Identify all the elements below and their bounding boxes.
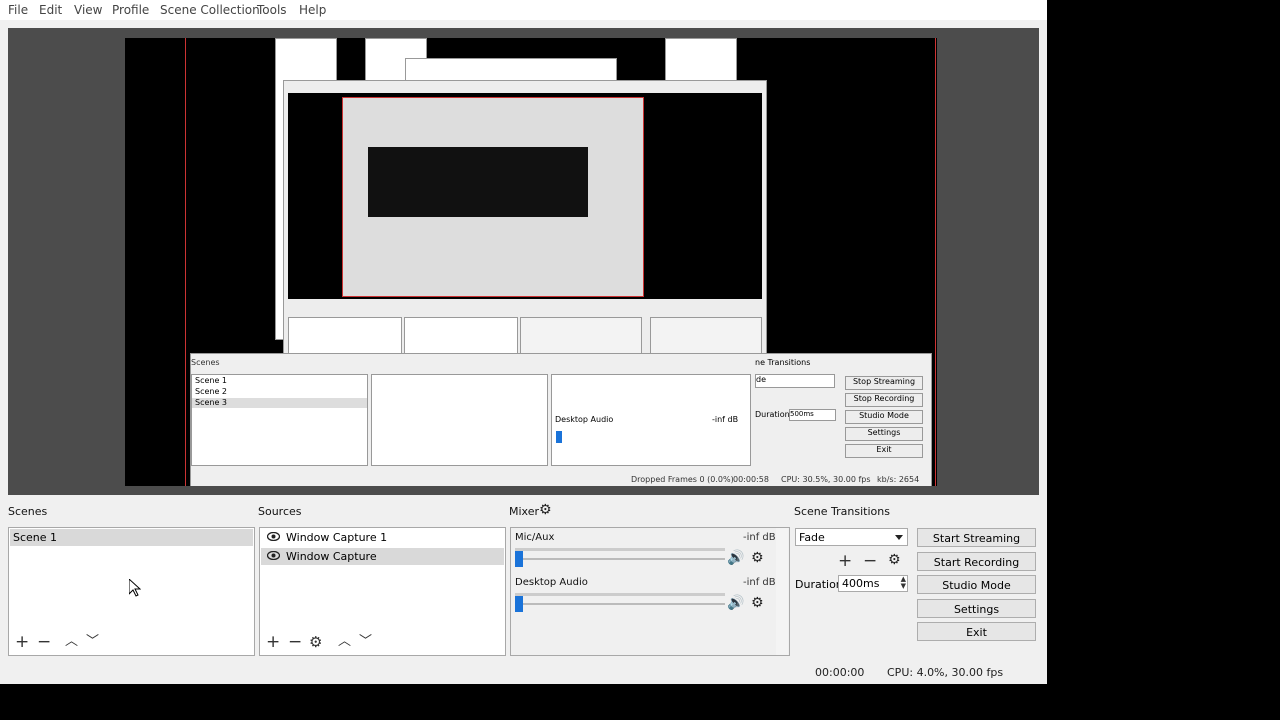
nested-kbps: kb/s: 2654 bbox=[877, 475, 920, 484]
move-up-icon[interactable]: ︿ bbox=[65, 634, 78, 650]
remove-scene-icon[interactable]: − bbox=[37, 634, 51, 651]
preview-canvas[interactable]: Scenes Scene 1 Scene 2 Scene 3 Desktop A… bbox=[125, 38, 937, 486]
mixer-title: Mixer bbox=[509, 505, 540, 518]
nested-time: 00:00:58 bbox=[733, 475, 769, 484]
visibility-eye-icon[interactable] bbox=[267, 551, 280, 560]
nested-studio-mode: Studio Mode bbox=[845, 410, 923, 424]
desktop-audio-speaker-icon[interactable]: 🔊 bbox=[727, 596, 744, 610]
menu-scene-collection[interactable]: Scene Collection bbox=[160, 3, 260, 17]
nested-cpu: CPU: 30.5%, 30.00 fps bbox=[781, 475, 871, 484]
duration-value: 400ms bbox=[842, 577, 880, 590]
remove-source-icon[interactable]: − bbox=[288, 634, 302, 651]
move-up-icon[interactable]: ︿ bbox=[338, 634, 351, 650]
nested-settings: Settings bbox=[845, 427, 923, 441]
menu-file[interactable]: File bbox=[8, 3, 28, 17]
mic-aux-volume-slider[interactable] bbox=[515, 558, 725, 560]
sources-toolbar: + − ⚙ ︿ ﹀ bbox=[260, 634, 505, 654]
scenes-toolbar: + − ︿ ﹀ bbox=[9, 634, 254, 654]
desktop-audio-slider-handle[interactable] bbox=[515, 596, 523, 612]
status-cpu: CPU: 4.0%, 30.00 fps bbox=[887, 666, 1004, 679]
desktop-audio-db: -inf dB bbox=[743, 577, 776, 588]
mic-aux-speaker-icon[interactable]: 🔊 bbox=[727, 551, 744, 565]
menu-edit[interactable]: Edit bbox=[39, 3, 62, 17]
sources-panel: Window Capture 1 Window Capture + − ⚙ ︿ … bbox=[259, 527, 506, 656]
nested-desktop-audio: Desktop Audio bbox=[555, 415, 614, 424]
desktop-audio-gear-icon[interactable]: ⚙ bbox=[751, 596, 764, 610]
start-streaming-button[interactable]: Start Streaming bbox=[917, 528, 1036, 547]
source-item[interactable]: Window Capture bbox=[261, 548, 504, 565]
duration-input[interactable]: 400ms ▲ ▼ bbox=[838, 575, 908, 592]
nested-db: -inf dB bbox=[712, 415, 739, 424]
mic-aux-label: Mic/Aux bbox=[515, 532, 555, 543]
nested-transition-title: ne Transitions bbox=[755, 358, 811, 367]
menu-profile[interactable]: Profile bbox=[112, 3, 149, 17]
mixer-panel: Mic/Aux -inf dB 🔊 ⚙ Desktop Audio -inf d… bbox=[510, 527, 790, 656]
nested-stop-streaming: Stop Streaming bbox=[845, 376, 923, 390]
mouse-cursor-icon bbox=[129, 579, 141, 597]
mixer-scrollbar[interactable] bbox=[776, 528, 788, 655]
desktop-audio-meter bbox=[515, 593, 725, 596]
scenes-title: Scenes bbox=[8, 505, 48, 518]
duration-spin-icon[interactable]: ▲ ▼ bbox=[901, 576, 906, 590]
studio-mode-button[interactable]: Studio Mode bbox=[917, 575, 1036, 594]
source-item[interactable]: Window Capture 1 bbox=[261, 529, 504, 546]
obs-window: File Edit View Profile Scene Collection … bbox=[0, 0, 1047, 684]
nested-stop-recording: Stop Recording bbox=[845, 393, 923, 407]
settings-button[interactable]: Settings bbox=[917, 599, 1036, 618]
start-recording-button[interactable]: Start Recording bbox=[917, 552, 1036, 571]
menu-help[interactable]: Help bbox=[299, 3, 326, 17]
nested-duration-label: Duration bbox=[755, 410, 790, 419]
source-bounds-right bbox=[935, 38, 936, 486]
add-transition-icon[interactable]: + bbox=[838, 553, 852, 570]
nested-dropped-frames: Dropped Frames 0 (0.0%) bbox=[631, 475, 734, 484]
transition-select[interactable]: Fade bbox=[795, 528, 908, 546]
mixer-gear-icon[interactable]: ⚙ bbox=[539, 503, 552, 517]
nested-scene-item: Scene 1 bbox=[195, 376, 228, 385]
move-down-icon[interactable]: ﹀ bbox=[359, 634, 372, 650]
transition-selected-label: Fade bbox=[799, 531, 825, 544]
duration-label: Duration bbox=[795, 578, 843, 591]
visibility-eye-icon[interactable] bbox=[267, 532, 280, 541]
nested-transition-select: de bbox=[755, 374, 835, 388]
scene-item[interactable]: Scene 1 bbox=[10, 529, 253, 546]
source-label: Window Capture 1 bbox=[286, 531, 388, 544]
move-down-icon[interactable]: ﹀ bbox=[86, 634, 99, 650]
status-time: 00:00:00 bbox=[815, 666, 865, 679]
nested-duration: 500ms bbox=[789, 409, 836, 421]
nested-exit: Exit bbox=[845, 444, 923, 458]
source-properties-gear-icon[interactable]: ⚙ bbox=[309, 634, 322, 650]
mic-aux-meter bbox=[515, 548, 725, 551]
nested-scene-item: Scene 3 bbox=[192, 398, 367, 408]
remove-transition-icon[interactable]: − bbox=[863, 553, 877, 570]
dropdown-arrow-icon bbox=[895, 535, 903, 540]
menu-tools[interactable]: Tools bbox=[257, 3, 287, 17]
menu-bar: File Edit View Profile Scene Collection … bbox=[0, 0, 1047, 20]
sources-title: Sources bbox=[258, 505, 302, 518]
desktop-audio-volume-slider[interactable] bbox=[515, 603, 725, 605]
mic-aux-db: -inf dB bbox=[743, 532, 776, 543]
nested-docks: Scenes Scene 1 Scene 2 Scene 3 Desktop A… bbox=[190, 353, 932, 486]
add-source-icon[interactable]: + bbox=[266, 634, 280, 651]
desktop-audio-label: Desktop Audio bbox=[515, 577, 588, 588]
transition-properties-gear-icon[interactable]: ⚙ bbox=[888, 553, 901, 567]
source-bounds-left bbox=[185, 38, 186, 486]
nested-scenes-title: Scenes bbox=[191, 358, 220, 367]
nested-scene-item: Scene 2 bbox=[195, 387, 228, 396]
mic-aux-gear-icon[interactable]: ⚙ bbox=[751, 551, 764, 565]
menu-view[interactable]: View bbox=[74, 3, 102, 17]
add-scene-icon[interactable]: + bbox=[15, 634, 29, 651]
nested-obs-window bbox=[283, 80, 767, 398]
source-label: Window Capture bbox=[286, 550, 377, 563]
scene-transitions-title: Scene Transitions bbox=[794, 505, 890, 518]
mic-aux-slider-handle[interactable] bbox=[515, 551, 523, 567]
exit-button[interactable]: Exit bbox=[917, 622, 1036, 641]
preview-area[interactable]: Scenes Scene 1 Scene 2 Scene 3 Desktop A… bbox=[8, 28, 1039, 495]
